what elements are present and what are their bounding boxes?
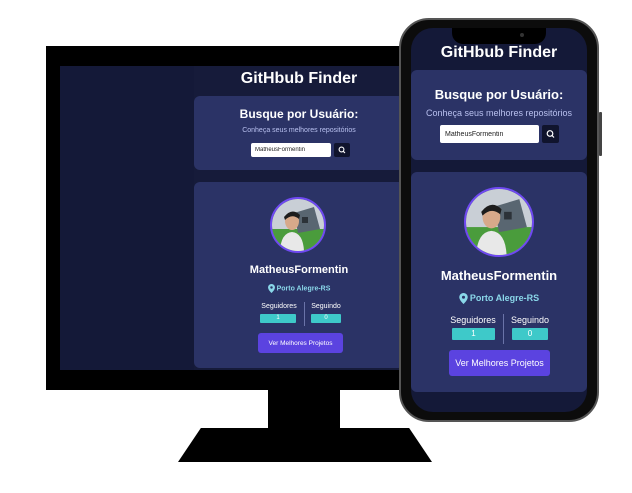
phone-following-label: Seguindo: [510, 315, 550, 325]
phone-stats-divider: [503, 314, 504, 344]
desktop-following-label: Seguindo: [311, 303, 341, 310]
location-pin-icon: [267, 284, 275, 293]
phone-best-projects-button[interactable]: Ver Melhores Projetos: [449, 350, 550, 376]
camera-icon: [520, 33, 524, 37]
desktop-following-value: 0: [311, 314, 341, 323]
search-icon: [338, 146, 346, 154]
desktop-followers-label: Seguidores: [261, 303, 297, 310]
phone-location: Porto Alegre-RS: [411, 293, 587, 305]
desktop-followers-value: 1: [260, 314, 296, 323]
desktop-search-heading: Busque por Usuário:: [239, 107, 359, 121]
desktop-stats-divider: [304, 302, 305, 326]
desktop-avatar: [270, 197, 326, 253]
phone-avatar: [464, 187, 534, 257]
phone-search-heading: Busque por Usuário:: [434, 87, 564, 102]
phone-search-subheading: Conheça seus melhores repositórios: [425, 108, 573, 118]
phone-profile-name: MatheusFormentin: [440, 268, 558, 283]
phone-following-value: 0: [512, 328, 548, 340]
avatar-photo: [272, 199, 324, 251]
desktop-search-button[interactable]: [334, 143, 350, 157]
desktop-app-title: GitHbub Finder: [240, 70, 358, 87]
monitor-stand-base: [178, 428, 432, 462]
desktop-profile-name: MatheusFormentin: [249, 264, 349, 276]
phone-notch: [452, 28, 546, 44]
phone-followers-value: 1: [452, 328, 495, 340]
desktop-left-pane: [60, 66, 194, 370]
search-icon: [546, 130, 555, 138]
phone-search-input[interactable]: [440, 125, 539, 143]
phone-search-button[interactable]: [542, 125, 559, 143]
phone-location-text: Porto Alegre-RS: [469, 293, 540, 303]
phone-followers-label: Seguidores: [450, 315, 496, 325]
desktop-search-subheading: Conheça seus melhores repositórios: [242, 127, 356, 134]
desktop-search-input[interactable]: [251, 143, 331, 157]
monitor-stand-neck: [268, 390, 340, 428]
avatar-photo: [466, 189, 532, 255]
phone-app-title: GitHbub Finder: [440, 44, 558, 61]
phone-side-button: [599, 112, 602, 156]
desktop-best-projects-button[interactable]: Ver Melhores Projetos: [258, 333, 343, 353]
desktop-location: Porto Alegre-RS: [194, 284, 404, 293]
desktop-location-text: Porto Alegre-RS: [276, 285, 331, 293]
location-pin-icon: [459, 293, 468, 305]
